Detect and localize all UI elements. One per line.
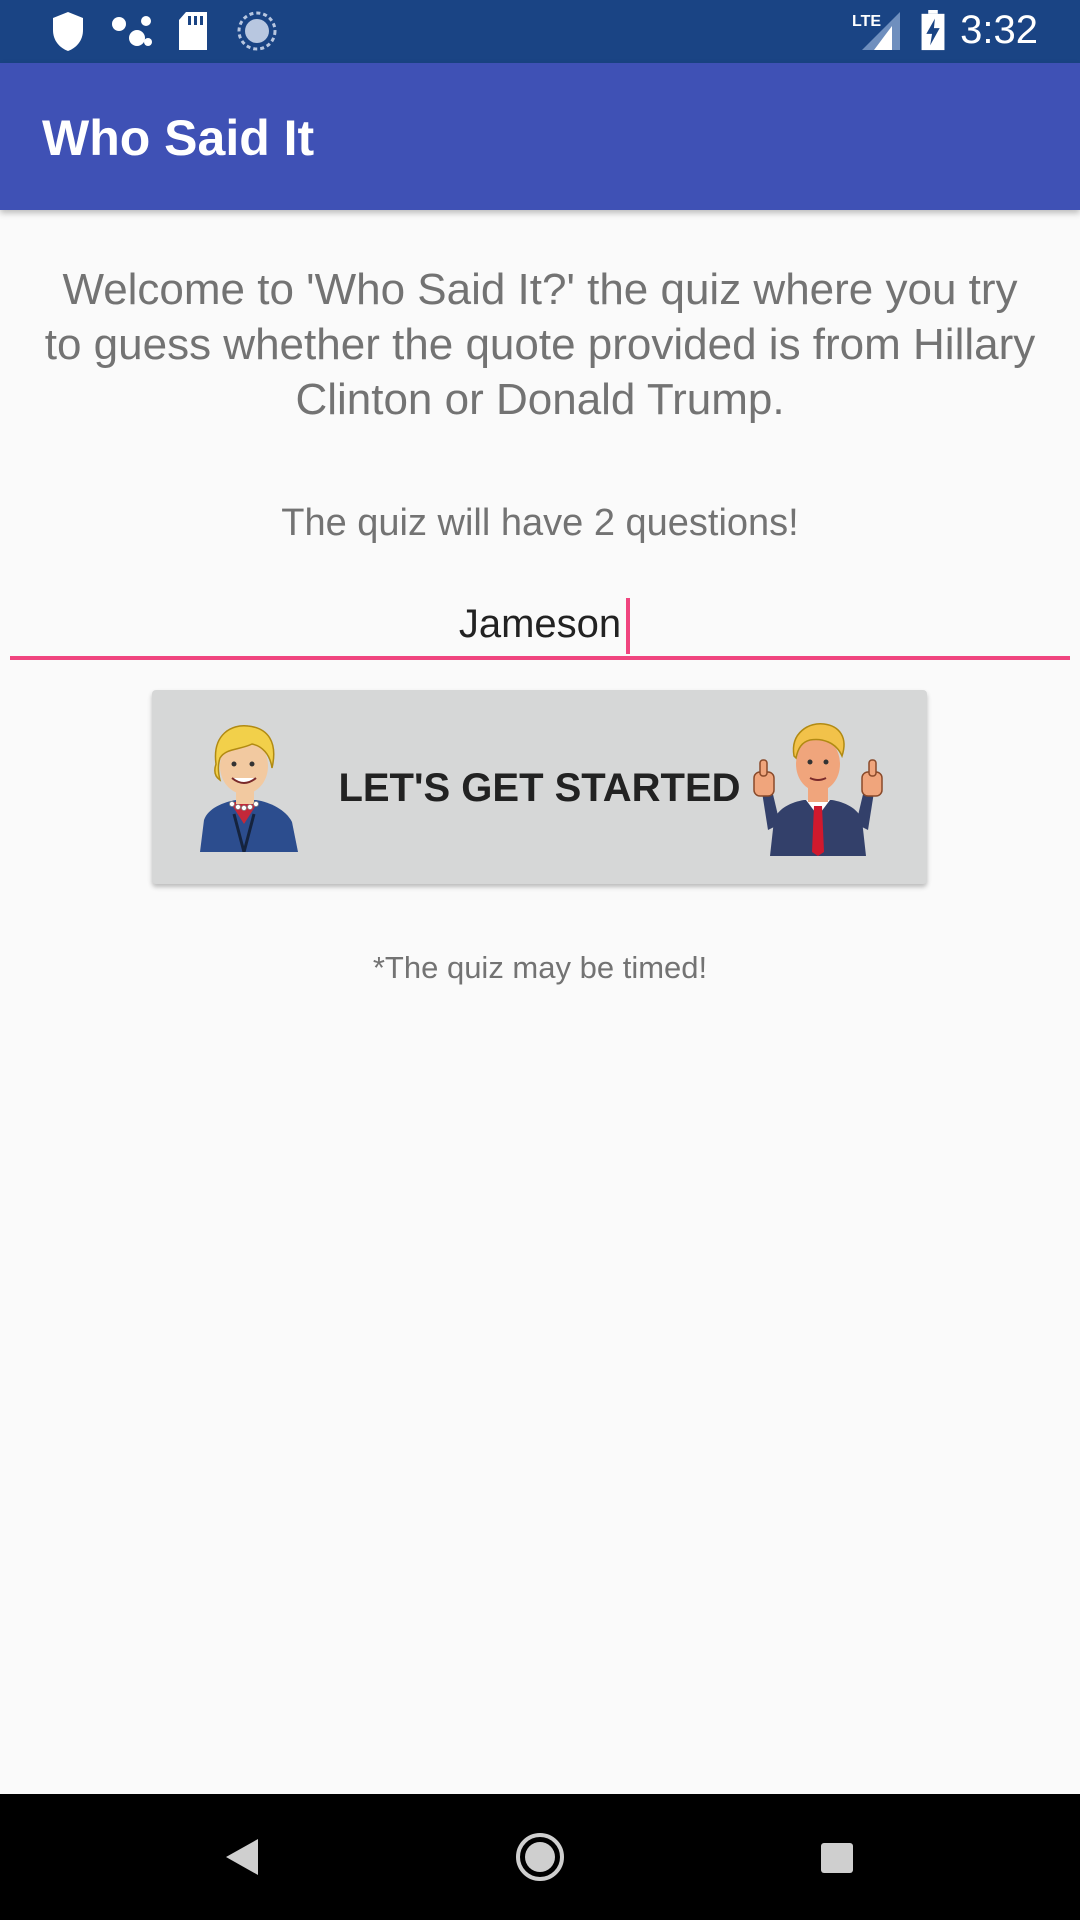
name-input[interactable]: Jameson bbox=[10, 590, 1070, 660]
dots-icon bbox=[112, 16, 152, 46]
lte-signal-icon: LTE bbox=[852, 12, 900, 50]
shield-icon bbox=[53, 12, 83, 51]
welcome-text: Welcome to 'Who Said It?' the quiz where… bbox=[44, 265, 1036, 424]
nav-bar bbox=[0, 1794, 1080, 1920]
status-bar: LTE 3:32 bbox=[0, 0, 1080, 63]
sync-icon bbox=[237, 11, 277, 51]
timed-note: *The quiz may be timed! bbox=[372, 950, 708, 985]
battery-charging-icon bbox=[921, 10, 945, 51]
name-input-value: Jameson bbox=[458, 602, 622, 646]
start-quiz-button[interactable]: LET'S GET STARTED bbox=[152, 690, 927, 884]
sd-card-icon bbox=[179, 12, 207, 50]
recents-icon[interactable] bbox=[812, 1794, 862, 1920]
svg-text:LTE: LTE bbox=[852, 13, 881, 30]
back-icon[interactable] bbox=[210, 1794, 270, 1920]
clock: 3:32 bbox=[960, 8, 1038, 52]
trump-cartoon-icon bbox=[753, 723, 883, 856]
question-count-text: The quiz will have 2 questions! bbox=[281, 502, 799, 544]
app-bar: Who Said It bbox=[0, 63, 1080, 210]
app-title: Who Said It bbox=[42, 110, 315, 166]
text-cursor bbox=[626, 598, 630, 654]
home-icon[interactable] bbox=[508, 1794, 572, 1920]
